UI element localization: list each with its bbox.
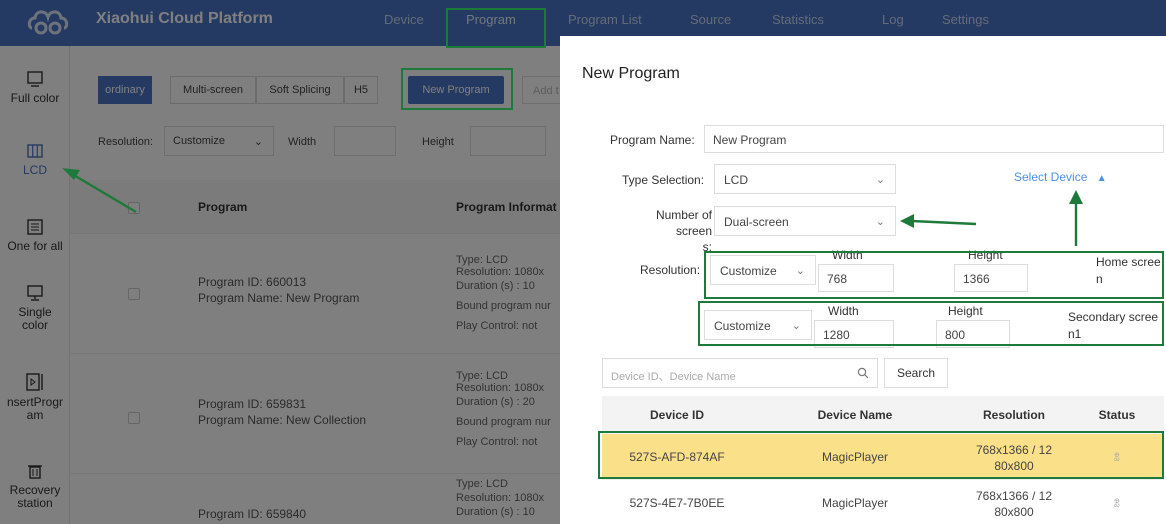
search-icon [857,367,869,379]
column-device-name: Device Name [752,396,958,434]
annotation-box-new-program [401,68,513,110]
device-name: MagicPlayer [821,496,889,510]
select-device-label: Select Device [1014,170,1088,184]
select-device-link[interactable]: Select Device ▲ [1014,170,1107,184]
program-name-input[interactable]: New Program [704,125,1164,153]
number-of-screens-select[interactable]: Dual-screen ⌄ [714,206,896,236]
search-button[interactable]: Search [884,358,948,388]
device-id: 527S-4E7-7B0EE [629,496,725,510]
chevron-down-icon: ⌄ [875,216,885,228]
type-selection-value: LCD [724,173,749,187]
number-of-screens-value: Dual-screen [724,215,789,229]
annotation-box-device-row [598,431,1164,479]
dialog-title: New Program [582,65,680,82]
device-search-placeholder: Device ID、Device Name [611,371,736,383]
caret-up-icon: ▲ [1096,173,1107,184]
column-device-id: Device ID [602,396,752,434]
number-of-screens-label: Number of screen s: [618,207,712,255]
device-search-input[interactable]: Device ID、Device Name [602,358,878,388]
device-status: ꂭ [1113,499,1121,510]
type-selection-label: Type Selection: [622,173,705,187]
chevron-down-icon: ⌄ [875,174,885,186]
device-resolution-line: 768x1366 / 12 [975,489,1053,503]
resolution-label: Resolution: [640,263,701,277]
type-selection-select[interactable]: LCD ⌄ [714,164,896,194]
number-of-screens-label-line: Number of screen [655,208,712,238]
annotation-box-secondary-screen [698,301,1164,346]
annotation-box-program-tab [446,8,546,48]
device-resolution: 768x1366 / 12 80x800 [958,488,1070,520]
annotation-box-home-screen [704,251,1164,299]
number-of-screens-label-line: s: [702,240,712,254]
device-resolution-line: 80x800 [994,505,1034,519]
program-name-label: Program Name: [610,133,695,147]
column-resolution: Resolution [958,396,1070,434]
column-status: Status [1070,396,1164,434]
device-row[interactable]: 527S-4E7-7B0EE MagicPlayer 768x1366 / 12… [602,480,1164,524]
